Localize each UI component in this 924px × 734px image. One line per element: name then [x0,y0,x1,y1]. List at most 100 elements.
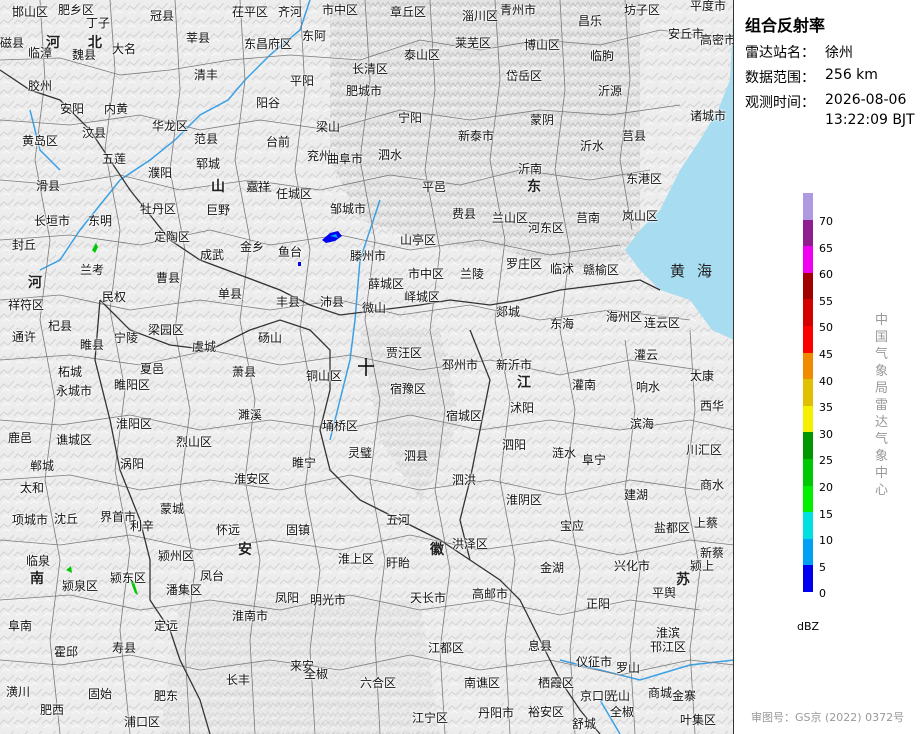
place-label: 涡阳 [120,457,145,471]
place-label: 范县 [194,132,219,146]
place-label: 凤台 [200,569,225,583]
place-label: 清丰 [194,68,219,82]
place-label: 市中区 [322,3,359,17]
place-label: 肥东 [154,689,179,703]
place-label: 兰陵 [460,267,485,281]
place-label: 谯城区 [56,433,93,447]
legend-label-20: 20 [819,481,833,494]
province-label-anhui-2: 徽 [430,542,444,558]
legend-swatch-10 [803,512,813,540]
map-approval-number: 审图号：GS京 (2022) 0372号 [751,711,905,724]
place-label: 定远 [154,619,179,633]
legend-unit: dBZ [797,620,820,633]
place-label: 封丘 [12,238,37,252]
radar-map[interactable]: 黄海 河 北 山 东 河 南 安 徽 江 苏 邯山区 肥乡区 丁子 冠县 茌平区 齐河 市中… [0,0,734,734]
place-label: 邯山区 [12,5,49,19]
place-label: 栖霞区 [538,676,575,690]
place-label: 邹城市 [330,202,367,216]
place-label: 齐河 [278,5,303,19]
place-label: 宿城区 [446,409,483,423]
legend-swatch-70 [803,193,813,221]
place-label: 阜宁 [582,453,607,467]
legend-label-55: 55 [819,294,833,308]
place-label: 连云区 [644,316,681,330]
place-label: 五莲 [102,152,127,166]
place-label: 江都区 [428,641,465,655]
place-label: 长丰 [226,673,251,687]
place-label: 民权 [102,290,127,304]
place-label: 滑县 [36,179,61,193]
place-label: 昌乐 [578,14,603,28]
place-label: 仪征市 [576,655,613,669]
place-label: 市中区 [408,267,445,281]
place-label: 商水 [700,478,725,492]
legend-label-10: 10 [819,534,833,548]
place-label: 鹿邑 [8,431,33,445]
place-label: 临泉 [26,554,51,568]
place-label: 裕安区 [528,705,565,719]
place-label: 西华 [700,399,725,413]
place-label: 淮南市 [232,609,269,623]
place-label: 曹县 [156,271,181,285]
place-label: 莱芜区 [455,36,492,50]
place-label: 金寨 [672,689,697,703]
place-label: 埇桥区 [322,419,359,433]
place-label: 安阳 [60,102,85,116]
place-label: 蒙城 [160,502,185,516]
legend-swatch-15 [803,485,813,513]
place-label: 淮上区 [338,552,375,566]
place-label: 叶集区 [680,713,717,727]
place-label: 固始 [88,687,113,701]
place-label: 南谯区 [464,676,501,690]
place-label: 莘县 [186,31,211,45]
place-label: 郸城 [30,459,55,473]
place-label: 胶州 [28,79,53,93]
place-label: 虞城 [192,340,217,354]
place-label: 砀山 [258,331,283,345]
place-label: 濮阳 [148,166,173,180]
place-label: 莒县 [622,129,647,143]
place-label: 平阳 [290,74,315,88]
time-value-clock: 13:22:09 BJT [825,112,915,128]
place-label: 黄岛区 [22,134,59,148]
place-label: 宁阳 [398,111,423,125]
place-label: 沭阳 [510,401,535,415]
place-label: 全椒 [610,705,635,719]
place-label: 费县 [452,207,477,221]
legend-label-60: 60 [819,268,833,282]
place-label: 平舆 [652,586,677,600]
place-label: 睢阳区 [114,378,151,392]
station-value: 徐州 [825,45,853,61]
place-label: 固镇 [286,523,311,537]
legend-swatch-5 [803,538,813,566]
place-label: 泰山区 [404,48,441,62]
place-label: 洪泽区 [452,537,489,551]
place-label: 霍邱 [54,645,79,659]
place-label: 台前 [266,135,291,149]
place-label: 息县 [528,639,553,653]
place-label: 兰考 [80,263,105,277]
place-label: 章丘区 [390,5,427,19]
place-label: 磁县 [0,36,25,50]
place-label: 贾汪区 [386,346,423,360]
legend-label-15: 15 [819,507,833,521]
place-label: 沂水 [580,139,605,153]
legend-label-70: 70 [819,215,833,228]
place-label: 兰山区 [492,211,529,225]
legend-label-50: 50 [819,321,833,335]
place-label: 肥乡区 [58,3,95,17]
place-label: 临漳 [28,46,53,60]
place-label: 巨野 [206,203,231,217]
place-label: 淮安区 [234,472,271,486]
place-label: 高密市 [700,33,734,47]
place-label: 天长市 [410,591,447,605]
legend-label-40: 40 [819,374,833,388]
place-label: 临朐 [590,49,615,63]
legend-swatch-50 [803,299,813,327]
place-label: 长清区 [352,62,389,76]
legend-swatch-30 [803,405,813,433]
place-label: 沂南 [518,162,543,176]
place-label: 东港区 [626,172,663,186]
place-label: 海州区 [606,310,643,324]
place-label: 烈山区 [176,435,213,449]
